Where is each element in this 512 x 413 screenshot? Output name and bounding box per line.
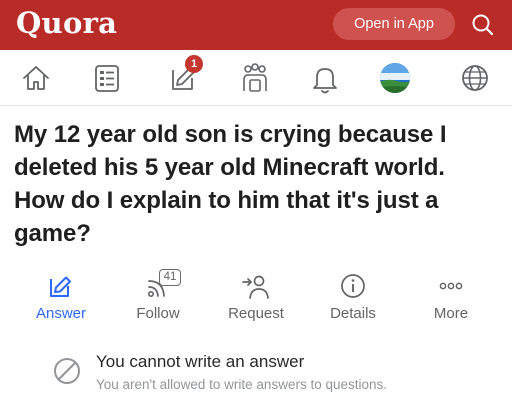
- follow-button[interactable]: 41 Follow: [110, 268, 206, 328]
- request-user-arrow-icon: [241, 272, 271, 300]
- answer-label: Answer: [35, 305, 87, 322]
- notice-subtitle: You aren't allowed to write answers to q…: [96, 377, 387, 392]
- details-label: Details: [330, 305, 376, 322]
- answer-button[interactable]: Answer: [13, 268, 109, 328]
- request-label: Request: [228, 305, 284, 322]
- quora-logo[interactable]: Quora: [16, 6, 117, 40]
- prohibited-icon: [52, 356, 82, 386]
- more-dots-icon: [436, 272, 466, 300]
- cannot-answer-notice: You cannot write an answer You aren't al…: [52, 352, 492, 402]
- home-icon[interactable]: [16, 58, 56, 98]
- spaces-icon[interactable]: [235, 58, 275, 98]
- answer-pen-icon: [46, 272, 76, 300]
- notification-badge: 1: [185, 55, 203, 73]
- follow-count-badge: 41: [159, 269, 181, 286]
- question-actions: Answer 41 Follow Request Details More: [0, 268, 512, 328]
- request-button[interactable]: Request: [208, 268, 304, 328]
- more-button[interactable]: More: [403, 268, 499, 328]
- language-globe-icon[interactable]: [455, 58, 495, 98]
- info-icon: [338, 272, 368, 300]
- more-label: More: [433, 305, 469, 322]
- write-edit-icon[interactable]: 1: [163, 55, 203, 98]
- question-title[interactable]: My 12 year old son is crying because I d…: [14, 118, 500, 250]
- open-in-app-button[interactable]: Open in App: [333, 8, 455, 40]
- follow-label: Follow: [136, 305, 180, 322]
- avatar[interactable]: [375, 58, 415, 98]
- top-bar: Quora Open in App: [0, 0, 512, 50]
- search-icon[interactable]: [468, 10, 498, 40]
- notice-title: You cannot write an answer: [96, 352, 305, 371]
- details-button[interactable]: Details: [305, 268, 401, 328]
- notifications-bell-icon[interactable]: [305, 58, 345, 98]
- following-feed-icon[interactable]: [87, 58, 127, 98]
- nav-icon-bar: 1: [0, 50, 512, 106]
